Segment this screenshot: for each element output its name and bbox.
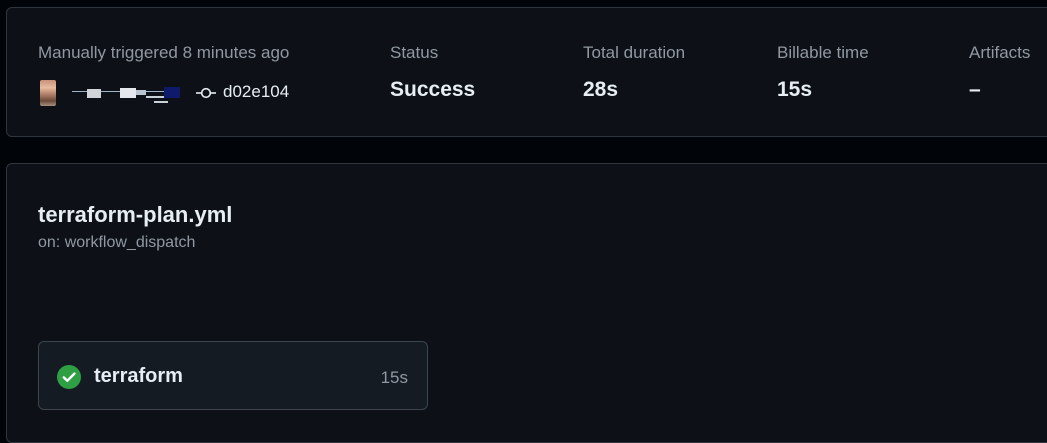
run-summary-card: Manually triggered 8 minutes ago d02e104…: [6, 7, 1047, 137]
status-value: Success: [390, 78, 476, 101]
artifacts-label: Artifacts: [969, 43, 1031, 62]
workflow-file-name: terraform-plan.yml: [38, 202, 233, 227]
job-name: terraform: [94, 365, 183, 387]
job-card-terraform[interactable]: terraform 15s: [38, 341, 428, 410]
status-label: Status: [390, 43, 439, 62]
workflow-trigger: on: workflow_dispatch: [38, 234, 196, 251]
commit-sha-link[interactable]: d02e104: [223, 82, 289, 102]
git-commit-icon: [196, 87, 216, 99]
check-circle-icon: [57, 365, 81, 389]
billable-time-value: 15s: [777, 78, 813, 101]
redacted-username: [72, 87, 180, 103]
workflow-graph-card: terraform-plan.yml on: workflow_dispatch…: [6, 163, 1047, 443]
total-duration-label: Total duration: [583, 43, 686, 62]
total-duration-value: 28s: [583, 78, 619, 101]
billable-time-label: Billable time: [777, 43, 869, 62]
user-avatar[interactable]: [40, 80, 56, 106]
artifacts-value: –: [969, 78, 981, 101]
job-duration: 15s: [380, 368, 408, 387]
trigger-label: Manually triggered 8 minutes ago: [38, 43, 290, 62]
